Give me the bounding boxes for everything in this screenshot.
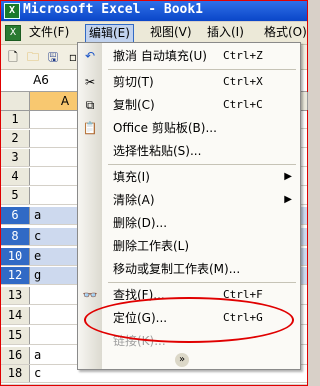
menu-item-label: 清除(A)	[113, 193, 155, 207]
menu-format[interactable]: 格式(O)	[261, 24, 310, 41]
menu-item-shortcut: Ctrl+Z	[223, 49, 263, 62]
save-icon[interactable]: 🖫	[45, 49, 61, 65]
menu-item-label: 复制(C)	[113, 98, 155, 112]
submenu-arrow-icon: ▶	[284, 194, 292, 205]
menu-item-fill[interactable]: 填充(I) ▶	[78, 166, 300, 188]
menu-separator	[108, 69, 296, 70]
workbook-icon[interactable]: X	[5, 25, 21, 41]
menu-item-undo[interactable]: ↶ 撤消 自动填充(U) Ctrl+Z	[78, 45, 300, 67]
menu-item-delete-sheet[interactable]: 删除工作表(L)	[78, 235, 300, 257]
title-bar: X Microsoft Excel - Book1	[1, 1, 307, 21]
row-header[interactable]: 10	[1, 248, 30, 265]
copy-icon: ⧉	[85, 98, 95, 112]
menu-separator	[108, 282, 296, 283]
find-icon: 👓	[82, 288, 98, 302]
menu-item-label: Office 剪贴板(B)...	[113, 121, 217, 135]
cell-value: a	[34, 348, 42, 362]
expand-menu-chevron-icon[interactable]: »	[175, 353, 189, 367]
row-header[interactable]: 15	[1, 327, 30, 344]
menu-item-label: 移动或复制工作表(M)...	[113, 262, 241, 276]
clipboard-icon: 📋	[82, 121, 98, 135]
menu-item-label: 删除工作表(L)	[113, 239, 190, 253]
row-header[interactable]: 18	[1, 365, 30, 382]
menu-item-label: 删除(D)...	[113, 216, 168, 230]
select-all-corner[interactable]	[1, 92, 30, 110]
menu-item-copy[interactable]: ⧉ 复制(C) Ctrl+C	[78, 94, 300, 116]
menu-item-label: 剪切(T)	[113, 75, 154, 89]
row-header[interactable]: 1	[1, 111, 30, 128]
row-header[interactable]: 8	[1, 228, 30, 245]
menu-item-cut[interactable]: ✂ 剪切(T) Ctrl+X	[78, 71, 300, 93]
name-box[interactable]: A6	[1, 71, 82, 89]
row-header[interactable]: 12	[1, 267, 30, 284]
menu-item-label: 撤消 自动填充(U)	[113, 49, 207, 63]
submenu-arrow-icon: ▶	[284, 171, 292, 182]
row-header[interactable]: 6	[1, 207, 30, 224]
row-header[interactable]: 13	[1, 287, 30, 304]
row-header[interactable]: 14	[1, 307, 30, 324]
menu-item-shortcut: Ctrl+C	[223, 98, 263, 111]
cell-value: g	[34, 268, 42, 282]
row-header[interactable]: 3	[1, 149, 30, 166]
menu-item-label: 填充(I)	[113, 170, 150, 184]
window-title: Microsoft Excel - Book1	[23, 2, 204, 17]
cut-icon: ✂	[84, 75, 96, 89]
cell-value: c	[34, 366, 42, 380]
row-header[interactable]: 4	[1, 168, 30, 185]
cell-value: e	[34, 249, 42, 263]
menu-insert[interactable]: 插入(I)	[204, 24, 247, 41]
row-header[interactable]: 5	[1, 187, 30, 204]
menu-edit[interactable]: 编辑(E)	[85, 24, 134, 43]
menu-view[interactable]: 视图(V)	[147, 24, 195, 41]
menu-item-clear[interactable]: 清除(A) ▶	[78, 189, 300, 211]
menu-item-paste-special[interactable]: 选择性粘贴(S)...	[78, 140, 300, 162]
menu-separator	[108, 164, 296, 165]
new-document-icon[interactable]: 🗋	[5, 49, 21, 65]
open-folder-icon[interactable]: 🗀	[25, 49, 41, 65]
menu-item-office-clipboard[interactable]: 📋 Office 剪贴板(B)...	[78, 117, 300, 139]
cell-value: a	[34, 208, 42, 222]
cell-value: c	[34, 229, 42, 243]
menu-item-delete[interactable]: 删除(D)...	[78, 212, 300, 234]
row-header[interactable]: 2	[1, 130, 30, 147]
row-header[interactable]: 16	[1, 347, 30, 364]
menu-item-label: 选择性粘贴(S)...	[113, 144, 202, 158]
annotation-circle	[84, 297, 294, 343]
menu-file[interactable]: 文件(F)	[26, 24, 72, 41]
excel-app-icon: X	[4, 3, 20, 19]
menu-item-shortcut: Ctrl+X	[223, 75, 263, 88]
undo-icon: ↶	[84, 49, 96, 63]
menu-item-move-copy-sheet[interactable]: 移动或复制工作表(M)...	[78, 258, 300, 280]
